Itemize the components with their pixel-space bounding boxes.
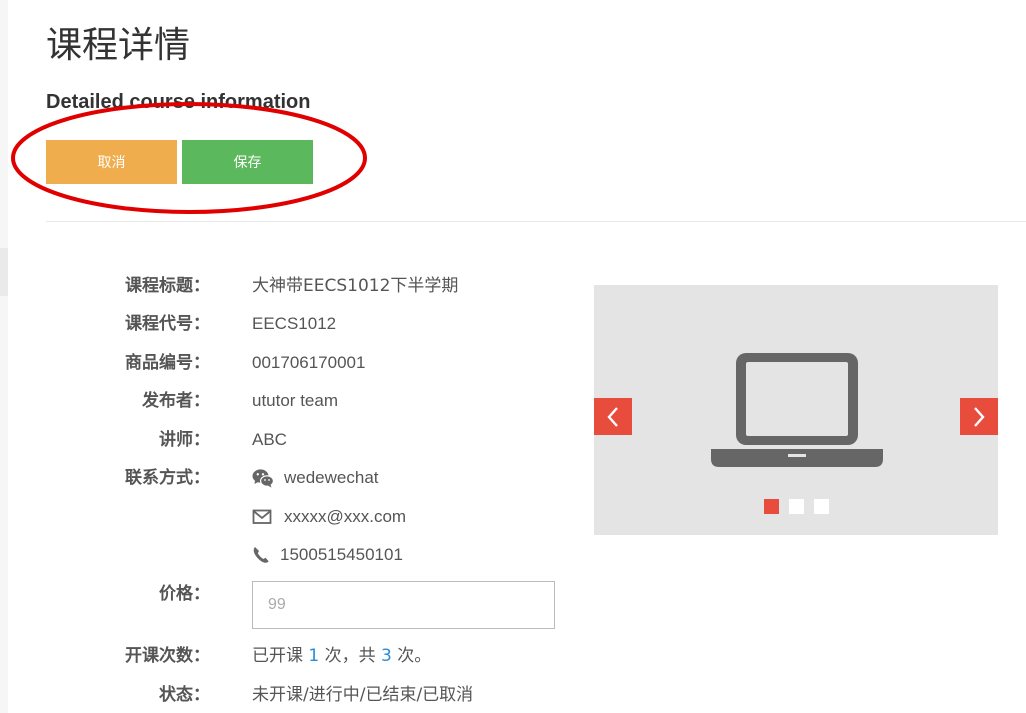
envelope-icon xyxy=(252,507,274,527)
status-value: 未开课/进行中/已结束/已取消 xyxy=(252,685,474,705)
publisher-value: ututor team xyxy=(252,391,338,410)
sessions-prefix: 已开课 xyxy=(252,646,303,666)
product-number-value: 001706170001 xyxy=(252,353,366,372)
email-value: xxxxx@xxx.com xyxy=(284,507,407,526)
carousel-prev-button[interactable] xyxy=(594,398,632,435)
sessions-suffix: 次。 xyxy=(397,646,432,666)
price-label: 价格： xyxy=(159,584,210,604)
sessions-opened-count: 1 xyxy=(308,646,320,666)
save-button[interactable]: 保存 xyxy=(182,140,313,184)
carousel-dot-2[interactable] xyxy=(789,499,804,514)
sessions-middle: 次，共 xyxy=(324,646,376,666)
price-input[interactable] xyxy=(252,581,555,629)
contact-label: 联系方式： xyxy=(125,468,210,488)
page-subtitle: Detailed course information xyxy=(46,91,311,113)
carousel-next-button[interactable] xyxy=(960,398,998,435)
laptop-icon xyxy=(711,353,883,467)
sessions-label: 开课次数： xyxy=(125,646,210,666)
teacher-label: 讲师： xyxy=(159,430,210,450)
cancel-button[interactable]: 取消 xyxy=(46,140,177,184)
page-title: 课程详情 xyxy=(46,25,191,66)
chevron-left-icon xyxy=(607,406,618,427)
course-code-value: EECS1012 xyxy=(252,314,337,333)
carousel-dot-3[interactable] xyxy=(814,499,829,514)
carousel-dot-1[interactable] xyxy=(764,499,779,514)
teacher-value: ABC xyxy=(252,430,287,449)
product-number-label: 商品编号： xyxy=(125,353,210,373)
publisher-label: 发布者： xyxy=(142,391,210,411)
wechat-value: wedewechat xyxy=(284,468,379,487)
left-edge-strip xyxy=(0,0,8,713)
contact-email: xxxxx@xxx.com xyxy=(252,505,406,529)
sessions-total-count: 3 xyxy=(381,646,392,666)
chevron-right-icon xyxy=(974,406,985,427)
section-divider xyxy=(46,221,1026,222)
course-title-label: 课程标题： xyxy=(125,276,210,296)
phone-value: 1500515450101 xyxy=(280,545,403,564)
status-label: 状态： xyxy=(159,685,210,705)
contact-wechat: wedewechat xyxy=(252,466,379,490)
course-title-value: 大神带EECS1012下半学期 xyxy=(252,276,459,296)
wechat-icon xyxy=(252,468,274,488)
phone-icon xyxy=(252,545,270,565)
contact-phone: 1500515450101 xyxy=(252,543,403,567)
left-edge-marker xyxy=(0,248,8,296)
course-code-label: 课程代号： xyxy=(125,314,210,334)
carousel-indicators xyxy=(764,499,829,514)
image-carousel xyxy=(594,285,998,535)
sessions-value: 已开课 1 次，共 3 次。 xyxy=(252,644,431,668)
